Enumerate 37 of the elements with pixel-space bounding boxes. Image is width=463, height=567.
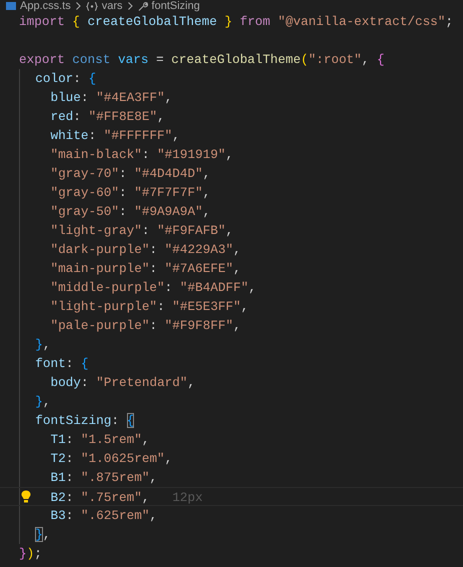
code-line: white: "#FFFFFF",: [19, 126, 180, 145]
code-line: "main-black": "#191919",: [19, 145, 234, 164]
code-line: T1: "1.5rem",: [19, 430, 150, 449]
code-line: B1: ".875rem",: [19, 468, 158, 487]
code-line: "gray-50": "#9A9A9A",: [19, 202, 210, 221]
code-line: T2: "1.0625rem",: [19, 449, 172, 468]
code-line: "gray-70": "#4D4D4D",: [19, 164, 210, 183]
code-line: "pale-purple": "#F9F8FF",: [19, 316, 241, 335]
breadcrumb-item[interactable]: vars: [102, 0, 123, 12]
code-line: "dark-purple": "#4229A3",: [19, 240, 241, 259]
code-line: body: "Pretendard",: [19, 373, 196, 392]
code-line: },: [19, 392, 50, 411]
code-line: "middle-purple": "#B4ADFF",: [19, 278, 256, 297]
chevron-icon: [128, 2, 133, 10]
code-line: "light-gray": "#F9FAFB",: [19, 221, 234, 240]
code-line: import { createGlobalTheme } from "@vanilla-extract/css";: [19, 13, 454, 31]
code-line: B2: ".75rem", 12px: [19, 488, 203, 505]
code-line: B3: ".625rem",: [19, 506, 158, 525]
code-line: "light-purple": "#E5E3FF",: [19, 297, 248, 316]
lightbulb-icon[interactable]: [21, 490, 31, 503]
code-line: },: [19, 335, 50, 354]
code-line: red: "#FF8E8E",: [19, 107, 165, 126]
chevron-icon: [76, 2, 81, 10]
code-line: "gray-60": "#7F7F7F",: [19, 183, 210, 202]
code-line: font: {: [19, 354, 89, 373]
breadcrumb-item[interactable]: App.css.ts: [20, 0, 71, 12]
code-line: blue: "#4EA3FF",: [19, 88, 172, 107]
code-line: "main-purple": "#7A6EFE",: [19, 259, 241, 278]
code-line: },: [19, 525, 50, 544]
braces-icon: [86, 2, 98, 10]
wrench-icon: [138, 2, 148, 10]
typescript-file-icon: [6, 2, 16, 10]
code-line: });: [19, 545, 42, 563]
breadcrumb-item[interactable]: fontSizing: [152, 0, 200, 12]
code-line: fontSizing: {: [19, 411, 134, 430]
code-line: color: {: [19, 69, 96, 88]
code-line: export const vars = createGlobalTheme(":root", {: [19, 51, 385, 69]
